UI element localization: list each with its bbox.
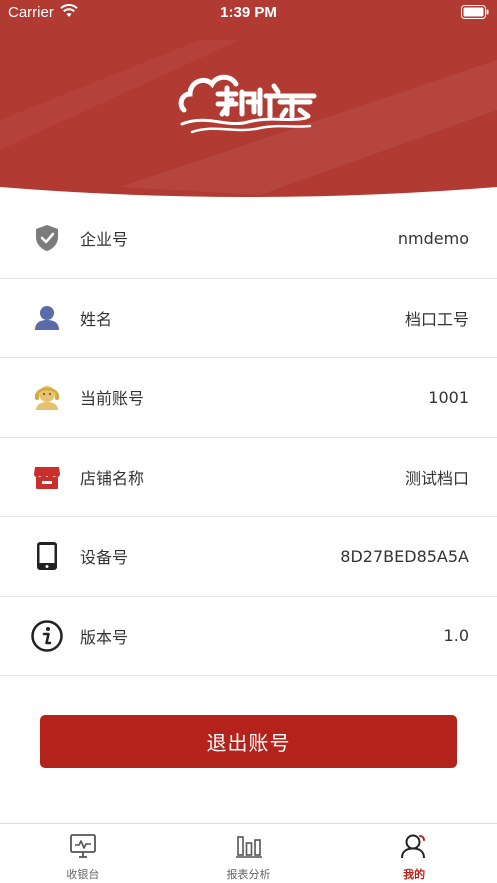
tab-reports[interactable]: 报表分析: [166, 824, 332, 883]
status-bar: Carrier 1:39 PM: [0, 0, 497, 26]
logout-button[interactable]: 退出账号: [40, 715, 457, 768]
store-value: 测试档口: [404, 468, 469, 488]
tab-cashier-label: 收银台: [66, 868, 100, 881]
tab-reports-label: 报表分析: [226, 868, 271, 881]
info-row-enterprise: 企业号 nmdemo: [0, 199, 497, 279]
tab-mine-label: 我的: [403, 868, 426, 881]
info-row-account: 当前账号 1001: [0, 358, 497, 438]
profile-header: Carrier 1:39 PM: [0, 0, 497, 200]
account-value: 1001: [428, 387, 469, 407]
monitor-icon: [69, 833, 97, 863]
account-info-list: 企业号 nmdemo 姓名 档口工号 当前账号 1001 店铺名称 测试档口 设…: [0, 199, 497, 676]
tab-bar: 收银台 报表分析 我的: [0, 823, 497, 883]
store-icon: [30, 460, 64, 494]
account-label: 当前账号: [80, 389, 145, 409]
store-label: 店铺名称: [80, 468, 145, 488]
cloud-store-logo: [178, 70, 318, 140]
enterprise-label: 企业号: [80, 230, 129, 250]
device-value: 8D27BED85A5A: [340, 546, 469, 566]
clock: 1:39 PM: [220, 4, 277, 21]
info-icon: [30, 619, 64, 653]
info-row-device: 设备号 8D27BED85A5A: [0, 517, 497, 597]
version-label: 版本号: [80, 627, 129, 647]
info-row-name: 姓名 档口工号: [0, 279, 497, 358]
device-label: 设备号: [80, 548, 129, 568]
tab-mine[interactable]: 我的: [331, 824, 497, 883]
person-icon: [30, 301, 64, 335]
info-row-version: 版本号 1.0: [0, 597, 497, 676]
version-value: 1.0: [443, 626, 469, 646]
battery-icon: [461, 5, 489, 23]
shield-check-icon: [30, 221, 64, 255]
name-value: 档口工号: [404, 309, 469, 329]
enterprise-value: nmdemo: [397, 228, 469, 248]
headset-user-icon: [30, 380, 64, 414]
name-label: 姓名: [80, 309, 113, 329]
tab-cashier[interactable]: 收银台: [0, 824, 166, 883]
user-icon: [400, 833, 428, 863]
bar-chart-icon: [235, 833, 263, 863]
info-row-store: 店铺名称 测试档口: [0, 438, 497, 517]
phone-icon: [30, 539, 64, 573]
